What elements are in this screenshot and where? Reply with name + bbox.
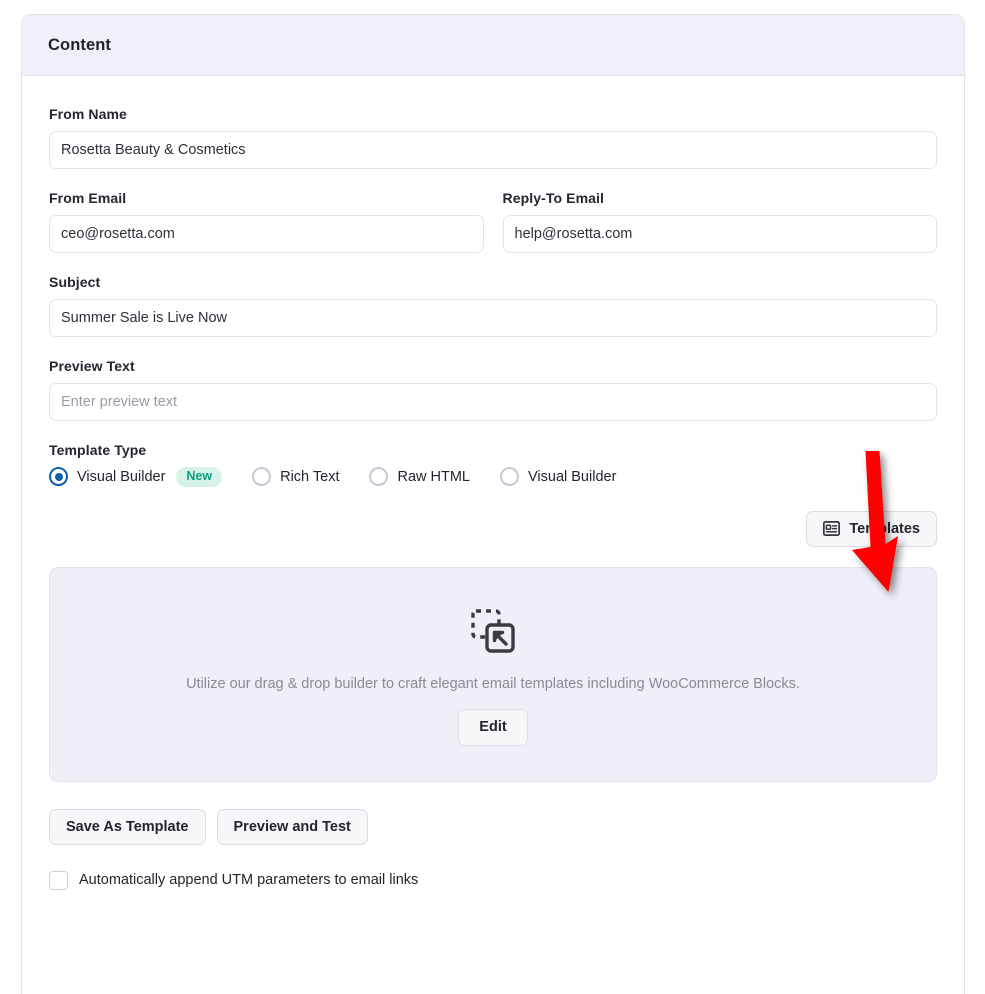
card-body: From Name From Email Reply-To Email Subj… xyxy=(22,76,964,890)
template-type-radio-group: Visual Builder New Rich Text Raw HTML Vi… xyxy=(49,467,937,487)
reply-to-email-input[interactable] xyxy=(502,215,937,253)
card-header: Content xyxy=(22,15,964,76)
radio-label: Visual Builder xyxy=(77,468,166,485)
radio-label: Raw HTML xyxy=(397,468,470,485)
field-reply-to-email: Reply-To Email xyxy=(502,190,937,253)
templates-button-row: Templates xyxy=(49,510,937,547)
subject-input[interactable] xyxy=(49,299,937,337)
save-as-template-button[interactable]: Save As Template xyxy=(49,808,206,845)
screen: Content From Name From Email Reply-To Em… xyxy=(0,0,985,994)
radio-label: Rich Text xyxy=(280,468,340,485)
email-fields-row: From Email Reply-To Email xyxy=(49,190,937,253)
drag-and-drop-icon xyxy=(465,603,521,659)
builder-description: Utilize our drag & drop builder to craft… xyxy=(186,675,800,692)
from-email-label: From Email xyxy=(49,190,127,206)
radio-option-visual-builder-1[interactable]: Visual Builder New xyxy=(49,467,223,487)
radio-label: Visual Builder xyxy=(528,468,617,485)
radio-option-visual-builder-2[interactable]: Visual Builder xyxy=(500,467,617,487)
radio-dot-icon xyxy=(500,467,519,487)
field-from-name: From Name xyxy=(49,106,937,169)
utm-checkbox[interactable] xyxy=(49,870,68,890)
field-preview-text: Preview Text xyxy=(49,358,937,421)
radio-option-rich-text[interactable]: Rich Text xyxy=(252,467,340,487)
footer-actions: Save As Template Preview and Test xyxy=(49,808,937,845)
template-type-label: Template Type xyxy=(49,442,147,458)
page-title: Content xyxy=(48,35,112,54)
templates-button-label: Templates xyxy=(849,520,920,537)
radio-dot-icon xyxy=(252,467,272,487)
from-name-input[interactable] xyxy=(49,131,937,169)
field-template-type: Template Type Visual Builder New Rich Te… xyxy=(49,442,937,487)
utm-checkbox-label: Automatically append UTM parameters to e… xyxy=(79,872,419,888)
from-name-label: From Name xyxy=(49,106,127,122)
radio-dot-icon xyxy=(49,467,68,487)
template-layout-icon xyxy=(823,521,841,536)
utm-checkbox-row[interactable]: Automatically append UTM parameters to e… xyxy=(49,870,937,890)
preview-text-input[interactable] xyxy=(49,383,937,421)
from-email-input[interactable] xyxy=(49,215,484,253)
subject-label: Subject xyxy=(49,274,101,290)
visual-builder-panel: Utilize our drag & drop builder to craft… xyxy=(49,566,937,782)
content-card: Content From Name From Email Reply-To Em… xyxy=(21,14,965,994)
new-badge: New xyxy=(176,467,223,487)
preview-text-label: Preview Text xyxy=(49,358,135,374)
templates-button[interactable]: Templates xyxy=(806,510,937,547)
radio-dot-icon xyxy=(369,467,389,487)
radio-option-raw-html[interactable]: Raw HTML xyxy=(369,467,470,487)
preview-and-test-button[interactable]: Preview and Test xyxy=(216,808,368,845)
field-subject: Subject xyxy=(49,274,937,337)
reply-to-email-label: Reply-To Email xyxy=(502,190,604,206)
edit-button[interactable]: Edit xyxy=(458,708,528,746)
field-from-email: From Email xyxy=(49,190,484,253)
